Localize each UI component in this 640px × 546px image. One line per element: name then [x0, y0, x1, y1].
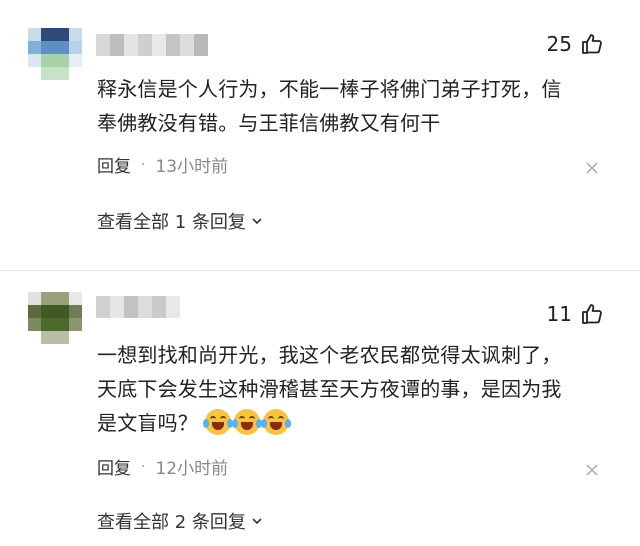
separator-dot: ·	[141, 156, 146, 173]
like-count: 25	[546, 32, 572, 56]
comment-line: 天底下会发生这种滑稽甚至天方夜谭的事，是因为我	[97, 377, 562, 401]
comment-line: 释永信是个人行为，不能一棒子将佛门弟子打死，信	[97, 77, 562, 101]
chevron-down-icon	[252, 518, 262, 525]
like-count: 11	[546, 302, 572, 326]
separator-dot: ·	[141, 458, 146, 475]
comment-meta: 回复 · 12小时前	[97, 454, 229, 480]
view-all-replies-link[interactable]: 查看全部 1 条回复	[97, 208, 264, 234]
comment-line: 奉佛教没有错。与王菲信佛教又有何干	[97, 111, 441, 135]
view-replies-label: 查看全部 1 条回复	[97, 212, 246, 233]
comment-text: 一想到找和尚开光，我这个老农民都觉得太讽刺了， 天底下会发生这种滑稽甚至天方夜谭…	[97, 338, 607, 440]
laugh-cry-emoji-icon	[202, 409, 233, 435]
comment-line: 是文盲吗？	[97, 411, 198, 435]
comment-meta: 回复 · 13小时前	[97, 152, 229, 178]
comment-line-last: 是文盲吗？	[97, 406, 607, 440]
like-button[interactable]: 11	[547, 302, 604, 326]
thumbs-up-icon	[582, 34, 602, 54]
username-blurred[interactable]	[96, 34, 208, 56]
view-all-replies-link[interactable]: 查看全部 2 条回复	[97, 508, 264, 534]
laugh-cry-emoji-icon	[260, 409, 291, 435]
close-icon[interactable]	[584, 462, 600, 478]
reply-button[interactable]: 回复	[97, 454, 131, 479]
divider	[0, 270, 640, 271]
timestamp: 13小时前	[155, 157, 229, 177]
reply-button[interactable]: 回复	[97, 152, 131, 177]
thumbs-up-icon	[582, 304, 602, 324]
view-replies-label: 查看全部 2 条回复	[97, 512, 246, 533]
comment-text: 释永信是个人行为，不能一棒子将佛门弟子打死，信 奉佛教没有错。与王菲信佛教又有何…	[97, 72, 607, 140]
username-blurred[interactable]	[96, 296, 180, 318]
close-icon[interactable]	[584, 160, 600, 176]
avatar[interactable]	[28, 292, 82, 346]
chevron-down-icon	[252, 218, 262, 225]
like-button[interactable]: 25	[547, 32, 604, 56]
timestamp: 12小时前	[155, 459, 229, 479]
laugh-cry-emoji-icon	[231, 409, 262, 435]
avatar[interactable]	[28, 28, 82, 82]
comment-line: 一想到找和尚开光，我这个老农民都觉得太讽刺了，	[97, 343, 562, 367]
